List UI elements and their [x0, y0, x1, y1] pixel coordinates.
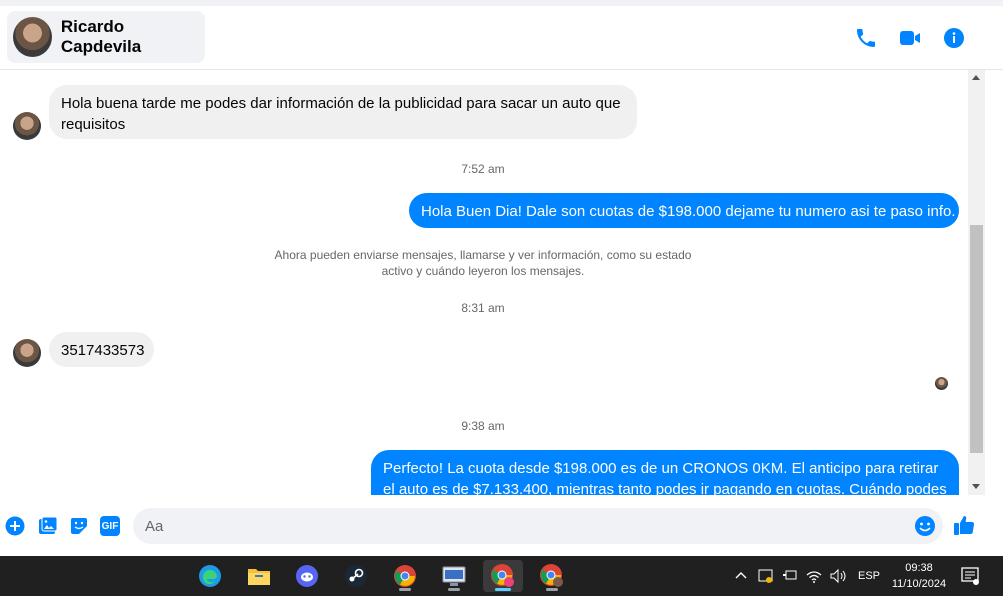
discord-logo: [296, 565, 318, 587]
clock-date: 11/10/2024: [891, 578, 947, 590]
privacy-notice: Ahora pueden enviarse mensajes, llamarse…: [274, 248, 692, 278]
contact-avatar-small: [13, 339, 41, 367]
chrome-icon[interactable]: [385, 560, 425, 592]
steam-icon[interactable]: [336, 560, 376, 592]
running-indicator: [399, 588, 411, 591]
chat-header: Ricardo Capdevila: [0, 6, 1003, 70]
chrome-logo: [394, 565, 416, 587]
chrome-profile-icon[interactable]: [532, 560, 572, 592]
thumbs-up-icon[interactable]: [953, 514, 975, 536]
contact-profile-button[interactable]: Ricardo Capdevila: [7, 11, 205, 63]
running-indicator: [546, 588, 558, 591]
contact-avatar-small: [13, 112, 41, 140]
running-indicator: [448, 588, 460, 591]
message-input[interactable]: [133, 508, 943, 544]
notifications-icon[interactable]: [961, 567, 979, 585]
steam-logo: [345, 565, 367, 587]
incoming-message[interactable]: 3517433573: [49, 332, 154, 367]
plus-icon[interactable]: [5, 516, 25, 536]
sticker-icon[interactable]: [69, 516, 89, 536]
system-clock[interactable]: 09:38 11/10/2024: [883, 560, 955, 592]
composer-bar: GIF: [0, 496, 1003, 556]
timestamp: 9:38 am: [461, 419, 505, 433]
wifi-icon[interactable]: [806, 568, 822, 584]
info-icon[interactable]: [942, 26, 966, 50]
chat-scrollbar[interactable]: [968, 70, 985, 495]
folder-logo: [248, 569, 270, 585]
scroll-down-arrow-icon[interactable]: [972, 484, 980, 489]
battery-icon[interactable]: [782, 568, 798, 584]
edge-icon[interactable]: [190, 560, 230, 592]
contact-avatar: [13, 17, 52, 57]
scrollbar-thumb[interactable]: [970, 225, 983, 453]
emoji-icon[interactable]: [914, 515, 936, 537]
security-icon[interactable]: [758, 568, 774, 584]
gif-icon[interactable]: GIF: [100, 516, 120, 536]
scroll-up-arrow-icon[interactable]: [972, 75, 980, 80]
discord-icon[interactable]: [287, 560, 327, 592]
language-indicator[interactable]: ESP: [858, 570, 880, 582]
phone-icon[interactable]: [854, 26, 878, 50]
windows-taskbar: ESP 09:38 11/10/2024: [0, 556, 1003, 596]
contact-name: Ricardo Capdevila: [60, 17, 142, 56]
system-tray: ESP: [734, 556, 880, 596]
clock-time: 09:38: [905, 562, 933, 574]
outgoing-message[interactable]: Perfecto! La cuota desde $198.000 es de …: [371, 450, 959, 495]
edge-logo: [199, 565, 221, 587]
chrome-profile-logo: [491, 564, 514, 587]
chrome-profile-logo: [540, 564, 563, 587]
chrome-profile-icon[interactable]: [483, 560, 523, 592]
image-icon[interactable]: [38, 516, 58, 536]
incoming-message[interactable]: Hola buena tarde me podes dar informació…: [49, 85, 637, 139]
chevron-up-icon[interactable]: [734, 569, 748, 583]
timestamp: 8:31 am: [461, 301, 505, 315]
active-indicator: [495, 588, 511, 591]
timestamp: 7:52 am: [461, 162, 505, 176]
read-receipt-avatar: [935, 377, 948, 390]
gif-label: GIF: [101, 520, 119, 532]
browser-icon[interactable]: [434, 560, 474, 592]
outgoing-message[interactable]: Hola Buen Dia! Dale son cuotas de $198.0…: [409, 193, 959, 228]
volume-icon[interactable]: [830, 568, 848, 584]
monitor-logo: [442, 566, 466, 586]
video-camera-icon[interactable]: [898, 26, 922, 50]
file-explorer-icon[interactable]: [239, 560, 279, 592]
message-list[interactable]: Hola buena tarde me podes dar informació…: [0, 70, 968, 495]
